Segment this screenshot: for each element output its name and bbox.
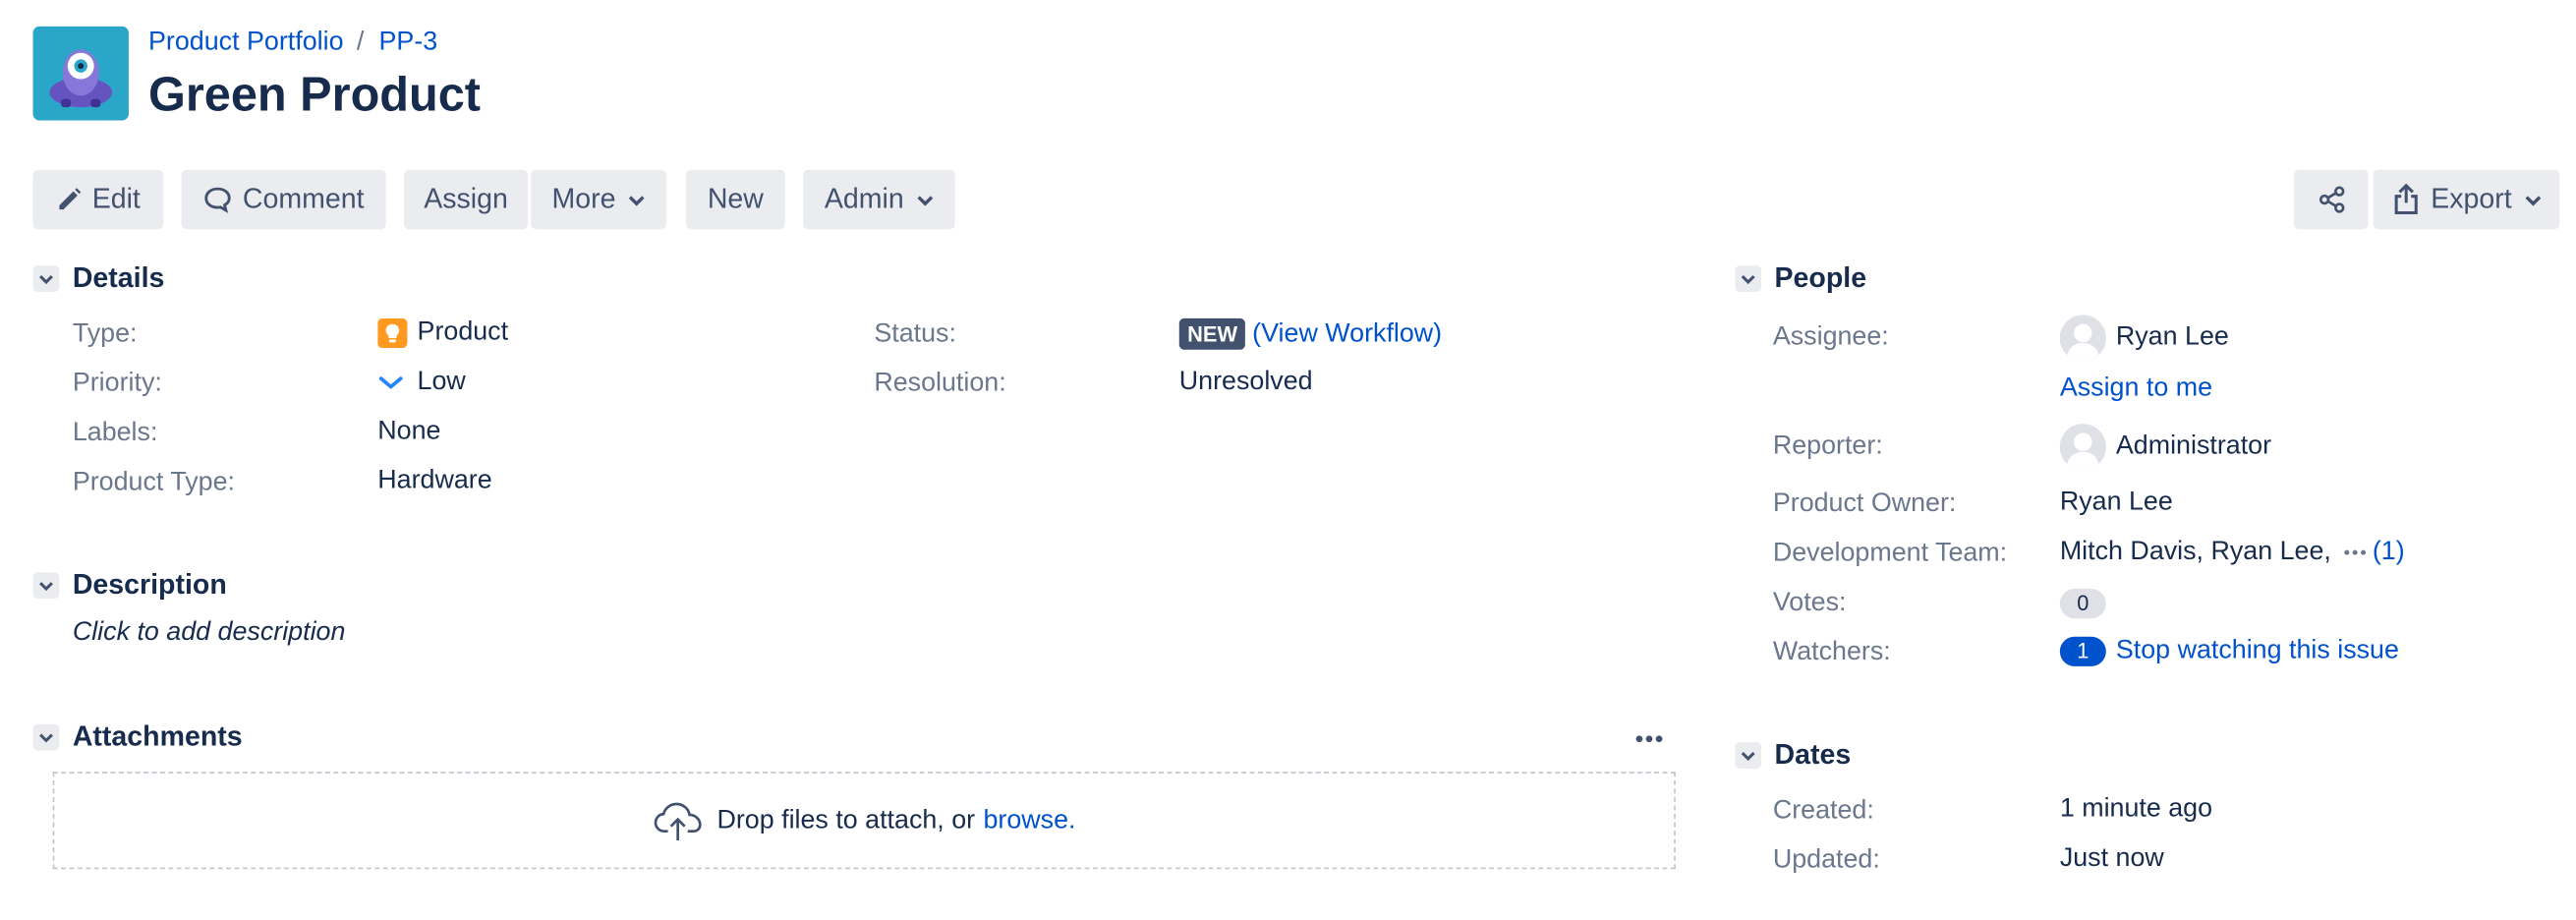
pencil-icon [56, 187, 83, 213]
edit-button[interactable]: Edit [32, 169, 164, 230]
description-field[interactable]: Click to add description [73, 618, 346, 648]
priority-value-text: Low [417, 368, 466, 396]
votes-count-badge: 0 [2059, 589, 2106, 619]
chevron-down-icon [32, 723, 60, 751]
stop-watching-link[interactable]: Stop watching this issue [2116, 637, 2399, 666]
people-toggle[interactable]: People [1735, 262, 1866, 296]
resolution-value: Unresolved [1178, 368, 1313, 396]
created-label: Created: [1772, 796, 1874, 825]
breadcrumb-project-link[interactable]: Product Portfolio [148, 29, 343, 58]
description-toggle[interactable]: Description [32, 568, 227, 603]
attachment-dropzone[interactable]: Drop files to attach, or browse. [52, 772, 1676, 870]
people-heading: People [1774, 261, 1867, 294]
labels-value[interactable]: None [377, 418, 440, 447]
created-value: 1 minute ago [2059, 794, 2213, 824]
comment-icon [203, 185, 233, 214]
updated-value: Just now [2059, 844, 2164, 873]
chevron-down-icon [32, 265, 60, 293]
reporter-name: Administrator [2115, 431, 2272, 461]
resolution-label: Resolution: [874, 369, 1006, 398]
watchers-count-badge[interactable]: 1 [2059, 636, 2106, 666]
chevron-down-icon [1735, 265, 1762, 293]
more-button-label: More [551, 183, 616, 215]
development-team-names: Mitch Davis, Ryan Lee, [2059, 538, 2331, 566]
export-button-label: Export [2431, 183, 2512, 215]
attachments-heading: Attachments [72, 720, 243, 753]
admin-button[interactable]: Admin [803, 169, 955, 230]
edit-button-label: Edit [91, 183, 141, 215]
breadcrumb-separator: / [356, 28, 365, 57]
dates-toggle[interactable]: Dates [1735, 739, 1851, 773]
type-value-text: Product [417, 317, 509, 347]
status-label: Status: [874, 319, 956, 349]
ellipsis-icon[interactable] [1632, 725, 1666, 760]
attachments-toggle[interactable]: Attachments [32, 720, 243, 754]
priority-label: Priority: [72, 369, 162, 398]
chevron-down-icon [2525, 194, 2542, 205]
new-button[interactable]: New [686, 169, 785, 230]
type-label: Type: [72, 319, 138, 349]
description-heading: Description [72, 568, 227, 601]
details-heading: Details [72, 261, 165, 294]
project-avatar[interactable] [32, 26, 129, 121]
drop-files-text: Drop files to attach, or [716, 805, 976, 834]
product-owner-label: Product Owner: [1772, 489, 1957, 518]
reporter-label: Reporter: [1772, 431, 1883, 461]
ellipsis-icon[interactable] [2343, 546, 2366, 558]
chevron-down-icon [1735, 742, 1762, 769]
page-title: Green Product [148, 69, 482, 123]
reporter-value[interactable]: Administrator [2059, 424, 2272, 471]
admin-button-label: Admin [824, 183, 904, 215]
chevron-down-icon [629, 194, 646, 205]
user-avatar-icon [2059, 424, 2106, 471]
product-owner-value[interactable]: Ryan Lee [2060, 489, 2173, 518]
user-avatar-icon [2059, 315, 2106, 362]
votes-value[interactable]: 0 [2059, 589, 2106, 619]
priority-low-icon [377, 370, 404, 396]
type-value: Product [377, 317, 509, 349]
dates-heading: Dates [1774, 738, 1852, 771]
browse-link[interactable]: browse. [983, 806, 1075, 835]
details-toggle[interactable]: Details [32, 261, 165, 296]
status-value: NEW (View Workflow) [1178, 317, 1443, 350]
view-workflow-close-paren: ) [1433, 318, 1443, 348]
upload-cloud-icon [653, 799, 702, 842]
comment-button[interactable]: Comment [181, 169, 386, 230]
view-workflow-link[interactable]: View Workflow [1261, 319, 1433, 349]
updated-label: Updated: [1772, 845, 1880, 875]
development-team-label: Development Team: [1772, 539, 2008, 568]
breadcrumb: Product Portfolio / PP-3 [148, 29, 437, 58]
assign-to-me-link[interactable]: Assign to me [2060, 374, 2212, 404]
development-team-more-count[interactable]: (1) [2373, 538, 2405, 567]
export-icon [2391, 183, 2421, 216]
status-badge: NEW [1178, 317, 1246, 350]
lightbulb-icon [377, 317, 408, 349]
assignee-value[interactable]: Ryan Lee [2059, 315, 2229, 362]
export-button[interactable]: Export [2373, 169, 2560, 230]
assign-button[interactable]: Assign [404, 169, 528, 230]
more-button[interactable]: More [531, 169, 666, 230]
view-workflow-open-paren: ( [1252, 318, 1262, 348]
development-team-value[interactable]: Mitch Davis, Ryan Lee, (1) [2060, 538, 2405, 567]
labels-label: Labels: [72, 419, 158, 447]
share-button[interactable] [2294, 169, 2369, 230]
watchers-value: 1 Stop watching this issue [2059, 636, 2399, 666]
assignee-label: Assignee: [1772, 322, 1889, 352]
priority-value: Low [377, 368, 466, 397]
assign-button-label: Assign [424, 183, 508, 215]
product-type-label: Product Type: [72, 468, 236, 497]
comment-button-label: Comment [242, 183, 365, 215]
assignee-name: Ryan Lee [2115, 322, 2229, 352]
new-button-label: New [707, 183, 764, 215]
product-type-value[interactable]: Hardware [377, 467, 491, 496]
watchers-label: Watchers: [1772, 638, 1891, 666]
chevron-down-icon [32, 572, 60, 600]
share-icon [2317, 185, 2346, 214]
votes-label: Votes: [1772, 589, 1847, 617]
breadcrumb-issue-key-link[interactable]: PP-3 [378, 29, 437, 58]
chevron-down-icon [917, 194, 934, 205]
